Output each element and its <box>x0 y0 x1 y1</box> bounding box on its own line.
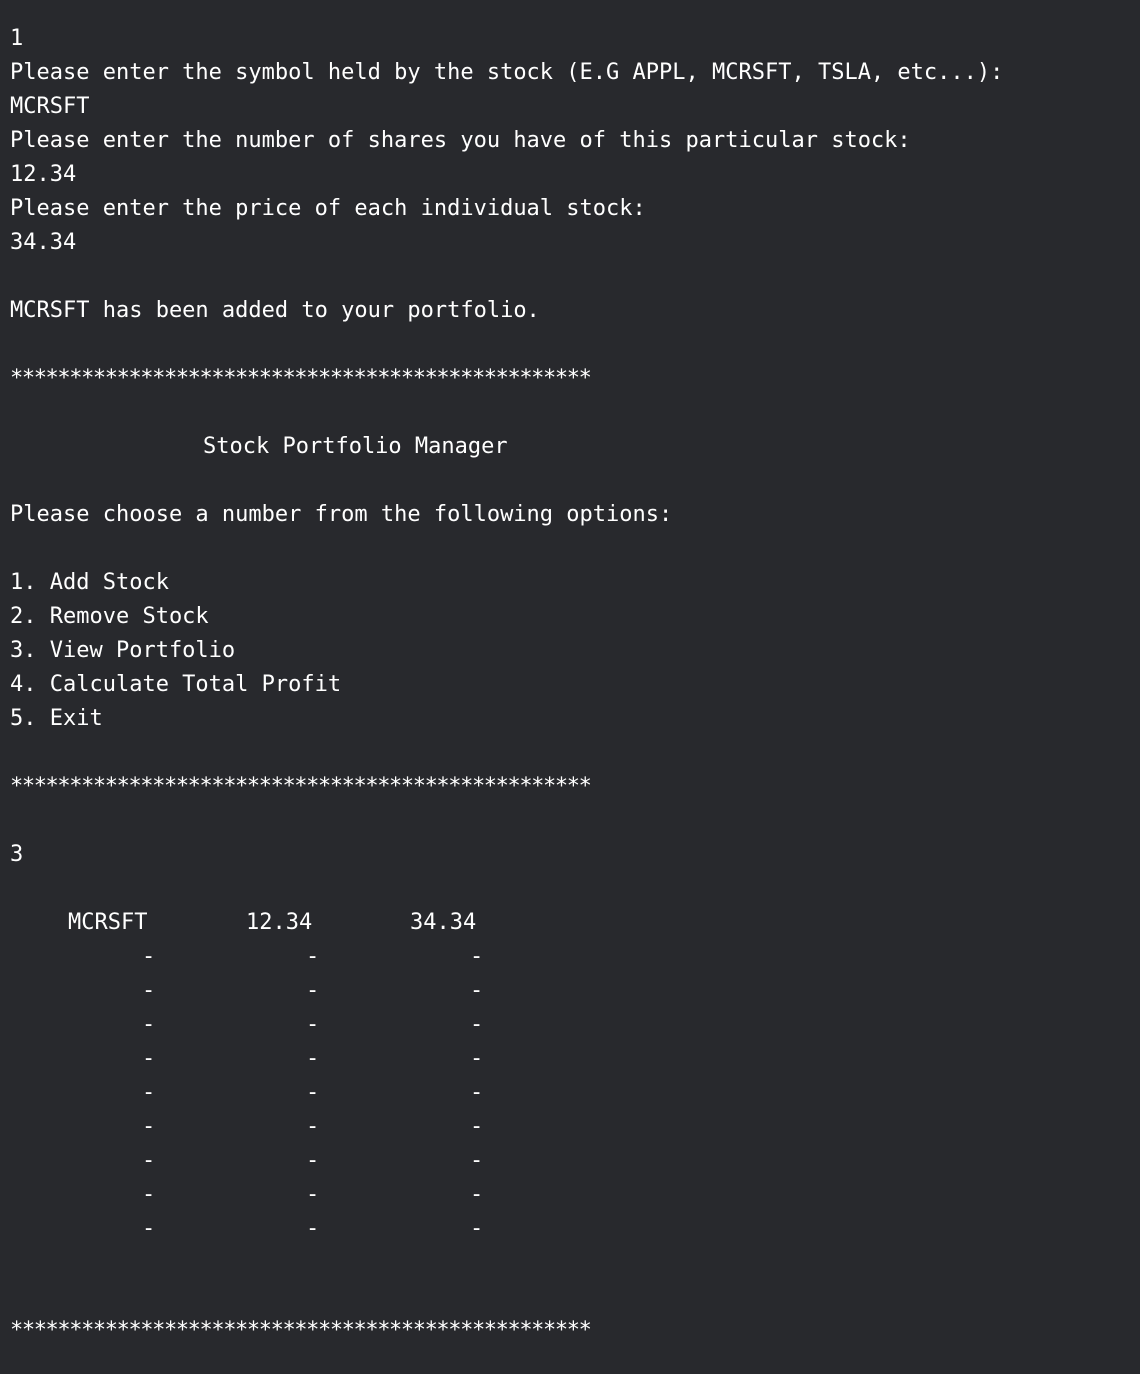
user-input-line: 34.34 <box>10 230 77 255</box>
menu-prompt: Please choose a number from the followin… <box>10 502 673 527</box>
empty-symbol: - <box>142 1182 156 1207</box>
empty-shares: - <box>306 1216 320 1241</box>
user-input-line: 1 <box>10 26 24 51</box>
portfolio-row: - - - <box>10 1110 1140 1144</box>
symbol-prompt: Please enter the symbol held by the stoc… <box>10 60 1004 85</box>
shares-prompt: Please enter the number of shares you ha… <box>10 128 911 153</box>
empty-price: - <box>470 1182 484 1207</box>
portfolio-row: - - - <box>10 1144 1140 1178</box>
menu-title: Stock Portfolio Manager <box>203 434 508 459</box>
portfolio-row: - - - <box>10 974 1140 1008</box>
empty-shares: - <box>306 1046 320 1071</box>
empty-price: - <box>470 944 484 969</box>
empty-symbol: - <box>142 978 156 1003</box>
user-input-line: 12.34 <box>10 162 77 187</box>
added-message: MCRSFT has been added to your portfolio. <box>10 298 540 323</box>
empty-price: - <box>470 1080 484 1105</box>
portfolio-row: - - - <box>10 1212 1140 1246</box>
divider-line: ****************************************… <box>10 774 592 799</box>
empty-shares: - <box>306 1182 320 1207</box>
empty-price: - <box>470 1046 484 1071</box>
menu-option-view-portfolio: 3. View Portfolio <box>10 638 236 663</box>
menu-option-add-stock: 1. Add Stock <box>10 570 169 595</box>
menu-option-calculate-profit: 4. Calculate Total Profit <box>10 672 342 697</box>
empty-shares: - <box>306 1114 320 1139</box>
price-prompt: Please enter the price of each individua… <box>10 196 646 221</box>
empty-symbol: - <box>142 1012 156 1037</box>
portfolio-table: MCRSFT 12.34 34.34 - - - - - - - - - - -… <box>10 906 1140 1246</box>
user-input-line: MCRSFT <box>10 94 90 119</box>
empty-symbol: - <box>142 944 156 969</box>
empty-price: - <box>470 1114 484 1139</box>
portfolio-row: MCRSFT 12.34 34.34 <box>10 906 1140 940</box>
empty-price: - <box>470 1216 484 1241</box>
portfolio-row: - - - <box>10 940 1140 974</box>
portfolio-row: - - - <box>10 1008 1140 1042</box>
empty-price: - <box>470 1012 484 1037</box>
user-input-line: 3 <box>10 842 24 867</box>
menu-option-remove-stock: 2. Remove Stock <box>10 604 209 629</box>
stock-symbol: MCRSFT <box>68 910 148 935</box>
portfolio-row: - - - <box>10 1042 1140 1076</box>
empty-symbol: - <box>142 1080 156 1105</box>
empty-shares: - <box>306 1148 320 1173</box>
terminal-output: 1 Please enter the symbol held by the st… <box>10 22 1140 1348</box>
portfolio-row: - - - <box>10 1076 1140 1110</box>
empty-symbol: - <box>142 1046 156 1071</box>
stock-shares: 12.34 <box>246 910 313 935</box>
divider-line: ****************************************… <box>10 1318 592 1343</box>
stock-price: 34.34 <box>410 910 477 935</box>
empty-shares: - <box>306 1012 320 1037</box>
empty-shares: - <box>306 978 320 1003</box>
divider-line: ****************************************… <box>10 366 592 391</box>
empty-price: - <box>470 1148 484 1173</box>
empty-symbol: - <box>142 1114 156 1139</box>
empty-symbol: - <box>142 1216 156 1241</box>
empty-symbol: - <box>142 1148 156 1173</box>
empty-shares: - <box>306 1080 320 1105</box>
portfolio-row: - - - <box>10 1178 1140 1212</box>
empty-price: - <box>470 978 484 1003</box>
menu-option-exit: 5. Exit <box>10 706 103 731</box>
empty-shares: - <box>306 944 320 969</box>
